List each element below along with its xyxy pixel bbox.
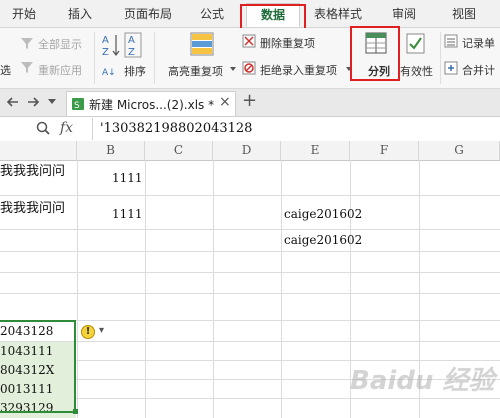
ribbon-toolbar: 选 全部显示 重新应用 A Z A Z A↓ 排序 高亮重复项 删除重复项 拒绝… [0, 26, 500, 89]
reject-duplicates-icon [242, 61, 256, 75]
cell-a1[interactable]: 我我我问问 [0, 160, 65, 179]
back-arrow-icon[interactable] [6, 96, 20, 108]
tab-formula[interactable]: 公式 [192, 3, 232, 25]
filter-label[interactable]: 选 [0, 62, 11, 78]
ribbon-separator [154, 32, 155, 84]
grid-line [0, 272, 500, 273]
warning-dropdown-caret[interactable]: ▾ [99, 325, 104, 336]
cell-e2[interactable]: caige201602 [284, 207, 362, 221]
fill-handle[interactable] [73, 409, 78, 414]
grid-line [0, 229, 500, 230]
tab-view[interactable]: 视图 [446, 3, 482, 25]
grid-line [0, 251, 500, 252]
column-header-e[interactable]: E [281, 141, 350, 160]
fx-label[interactable]: fx [60, 120, 73, 136]
tab-start[interactable]: 开始 [4, 3, 44, 25]
data-tab-highlight [240, 4, 306, 30]
split-column-button[interactable]: 分列 [368, 63, 390, 79]
reject-duplicates-button[interactable]: 拒绝录入重复项 [260, 62, 337, 78]
cell-a2[interactable]: 我我我问问 [0, 197, 65, 216]
sort-button[interactable]: 排序 [124, 63, 146, 79]
formula-divider [92, 118, 93, 140]
record-form-icon [444, 34, 458, 48]
column-header-b[interactable]: B [77, 141, 145, 160]
tab-review[interactable]: 审阅 [386, 3, 422, 25]
spreadsheet-file-icon: S [72, 98, 84, 111]
reapply-button[interactable]: 重新应用 [38, 62, 82, 78]
remove-duplicates-button[interactable]: 删除重复项 [260, 35, 315, 51]
svg-text:A↓: A↓ [102, 68, 116, 78]
svg-text:S: S [74, 101, 80, 111]
dropdown-caret-icon[interactable] [230, 66, 236, 72]
validity-icon [406, 33, 425, 54]
column-header-g[interactable]: G [419, 141, 500, 160]
zoom-search-icon[interactable] [36, 121, 50, 135]
ribbon-separator [440, 32, 441, 84]
close-tab-button[interactable]: × [219, 94, 231, 110]
grid-line [0, 293, 500, 294]
cell-e3[interactable]: caige201602 [284, 233, 362, 247]
sort-az-icon: A Z [102, 35, 120, 58]
remove-duplicates-icon [242, 34, 256, 48]
column-header-row: B C D E F G [0, 141, 500, 161]
sort-za-icon: A Z [124, 32, 142, 58]
tab-table-style[interactable]: 表格样式 [310, 3, 366, 25]
column-header-f[interactable]: F [350, 141, 419, 160]
split-column-icon [365, 32, 387, 54]
new-tab-button[interactable]: + [242, 91, 257, 111]
grid-line [0, 195, 500, 196]
show-all-button[interactable]: 全部显示 [38, 36, 82, 52]
reapply-funnel-icon [21, 62, 33, 73]
dropdown-caret-icon[interactable] [48, 99, 56, 105]
column-header-a[interactable] [0, 141, 77, 160]
tab-page-layout[interactable]: 页面布局 [118, 3, 178, 25]
formula-input[interactable]: '130382198802043128 [100, 121, 252, 136]
document-tab[interactable]: S 新建 Micros...(2).xls * × [66, 91, 236, 116]
column-header-c[interactable]: C [145, 141, 213, 160]
watermark-logo: Baidu 经验 [350, 366, 495, 396]
highlight-duplicates-icon [190, 32, 214, 56]
forward-arrow-icon[interactable] [26, 96, 40, 108]
svg-text:Z: Z [128, 47, 135, 58]
svg-text:A: A [102, 35, 109, 46]
cell-b1[interactable]: 1111 [112, 171, 143, 185]
record-form-button[interactable]: 记录单 [462, 35, 495, 51]
merge-calc-button[interactable]: 合并计 [462, 62, 495, 78]
svg-text:Z: Z [102, 47, 109, 58]
svg-text:A: A [128, 35, 135, 46]
ribbon-separator [94, 32, 95, 84]
selection-border [0, 320, 76, 413]
tab-insert[interactable]: 插入 [60, 3, 100, 25]
document-tab-title: 新建 Micros...(2).xls * [89, 98, 215, 112]
merge-calc-icon [444, 61, 458, 75]
warning-icon[interactable]: ! [81, 325, 95, 339]
funnel-icon [21, 38, 33, 49]
cell-b2[interactable]: 1111 [112, 207, 143, 221]
column-header-d[interactable]: D [213, 141, 281, 160]
sort-icon: A↓ [102, 68, 116, 78]
highlight-duplicates-button[interactable]: 高亮重复项 [168, 63, 223, 79]
validity-button[interactable]: 有效性 [400, 63, 433, 79]
